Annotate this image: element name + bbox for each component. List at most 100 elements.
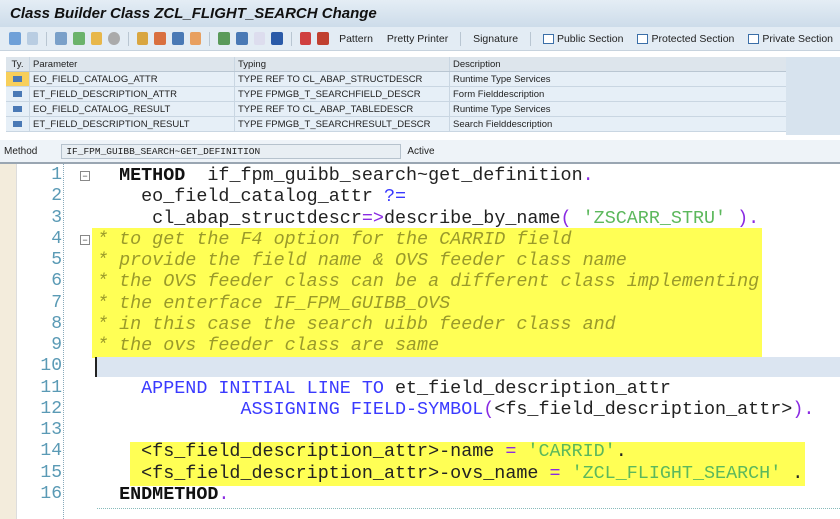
param-name: EO_FIELD_CATALOG_ATTR bbox=[30, 72, 235, 86]
method-label: Method bbox=[4, 145, 38, 157]
gutter-divider bbox=[63, 164, 64, 519]
separator bbox=[127, 31, 129, 46]
header-description[interactable]: Description bbox=[450, 57, 786, 71]
hierarchy-icon[interactable] bbox=[218, 32, 230, 45]
protected-section-button[interactable]: Protected Section bbox=[637, 33, 734, 45]
line-number: 4 bbox=[51, 228, 62, 249]
code-token: = bbox=[549, 462, 561, 484]
line-number: 10 bbox=[40, 356, 62, 377]
code-token: ( bbox=[560, 207, 583, 229]
param-description: Search Fielddescription bbox=[453, 119, 553, 130]
code-line[interactable]: ENDMETHOD. bbox=[97, 484, 229, 505]
param-name: EO_FIELD_CATALOG_RESULT bbox=[30, 102, 235, 116]
line-number: 8 bbox=[51, 313, 62, 334]
code-token: * in this case the search uibb feeder cl… bbox=[97, 313, 616, 335]
code-token: ENDMETHOD bbox=[97, 483, 219, 505]
line-number: 11 bbox=[40, 377, 62, 398]
navigation-icon[interactable] bbox=[189, 32, 202, 45]
method-name-field[interactable]: IF_FPM_GUIBB_SEARCH~GET_DEFINITION bbox=[61, 143, 402, 159]
edit-toggle-icon[interactable] bbox=[55, 32, 67, 45]
code-line[interactable]: <fs_field_description_attr>-name = 'CARR… bbox=[97, 441, 627, 462]
code-token: <fs_field_description_attr> bbox=[494, 398, 793, 420]
magic-wand-icon[interactable] bbox=[154, 32, 167, 45]
code-token: 'CARRID' bbox=[516, 441, 616, 463]
toolbar: Pattern Pretty Printer Signature Public … bbox=[0, 27, 840, 51]
section-icon bbox=[542, 33, 554, 44]
table-row[interactable]: EO_FIELD_CATALOG_RESULT TYPE REF TO CL_A… bbox=[6, 102, 786, 117]
code-token: ?= bbox=[383, 186, 407, 208]
code-token: . bbox=[615, 441, 627, 463]
table-empty-area bbox=[786, 57, 840, 135]
line-number: 12 bbox=[40, 398, 62, 419]
code-line[interactable]: eo_field_catalog_attr ?= bbox=[97, 186, 406, 207]
code-token: . bbox=[781, 462, 804, 484]
code-line[interactable]: METHOD if_fpm_guibb_search~get_definitio… bbox=[97, 165, 594, 186]
param-type-icon bbox=[6, 87, 30, 101]
private-section-label: Private Section bbox=[762, 32, 833, 45]
fold-toggle-icon[interactable]: − bbox=[80, 171, 90, 181]
param-typing: TYPE FPMGB_T_SEARCHRESULT_DESCR bbox=[235, 117, 450, 131]
code-line[interactable]: * in this case the search uibb feeder cl… bbox=[97, 314, 616, 335]
line-number: 2 bbox=[51, 186, 62, 207]
code-line[interactable]: * the ovs feeder class are same bbox=[97, 335, 439, 356]
code-line[interactable]: <fs_field_description_attr>-ovs_name = '… bbox=[97, 463, 803, 484]
breakpoint-icon[interactable] bbox=[299, 32, 312, 45]
back-icon[interactable] bbox=[9, 32, 21, 45]
where-used-icon[interactable] bbox=[136, 32, 149, 45]
code-line[interactable]: ASSIGNING FIELD-SYMBOL(<fs_field_descrip… bbox=[97, 399, 814, 420]
layout-icon[interactable] bbox=[253, 32, 266, 45]
code-token: <fs_field_description_attr>-ovs_name bbox=[97, 462, 550, 484]
param-typing: TYPE REF TO CL_ABAP_STRUCTDESCR bbox=[235, 72, 450, 86]
object-list-icon[interactable] bbox=[172, 32, 184, 45]
table-row[interactable]: ET_FIELD_DESCRIPTION_ATTR TYPE FPMGB_T_S… bbox=[6, 87, 786, 102]
code-token: <fs_field_description_attr>-name bbox=[97, 441, 506, 463]
code-line[interactable]: APPEND INITIAL LINE TO et_field_descript… bbox=[97, 378, 671, 399]
code-token: 'ZCL_FLIGHT_SEARCH' bbox=[560, 462, 782, 484]
code-token: * the ovs feeder class are same bbox=[97, 335, 440, 356]
table-row[interactable]: ET_FIELD_DESCRIPTION_RESULT TYPE FPMGB_T… bbox=[6, 117, 786, 132]
header-parameter[interactable]: Parameter bbox=[30, 57, 235, 71]
code-token: * the enterface IF_FPM_GUIBB_OVS bbox=[97, 292, 451, 314]
header-typing[interactable]: Typing bbox=[235, 57, 450, 71]
code-token: 'ZSCARR_STRU' bbox=[582, 207, 727, 229]
code-line[interactable]: * to get the F4 option for the CARRID fi… bbox=[97, 229, 572, 250]
code-line[interactable]: * provide the field name & OVS feeder cl… bbox=[97, 250, 627, 271]
code-token: if_fpm_guibb_search~get_definition bbox=[185, 165, 583, 186]
private-section-button[interactable]: Private Section bbox=[748, 33, 833, 45]
code-token: . bbox=[582, 165, 594, 186]
public-section-label: Public Section bbox=[556, 32, 624, 45]
session-breakpoint-icon[interactable] bbox=[317, 32, 330, 45]
separator bbox=[46, 31, 48, 46]
code-line[interactable]: cl_abap_structdescr=>describe_by_name( '… bbox=[97, 208, 759, 229]
current-line bbox=[95, 357, 840, 377]
status-text: Active bbox=[407, 145, 435, 157]
param-type-icon bbox=[6, 102, 30, 116]
forward-icon[interactable] bbox=[26, 32, 39, 45]
param-typing: TYPE REF TO CL_ABAP_TABLEDESCR bbox=[235, 102, 450, 116]
code-token: METHOD bbox=[97, 165, 186, 186]
code-token: . bbox=[218, 483, 230, 505]
param-description: Runtime Type Services bbox=[453, 104, 551, 115]
test-icon[interactable] bbox=[108, 32, 120, 45]
code-line[interactable]: * the OVS feeder class can be a differen… bbox=[97, 271, 759, 292]
signature-button[interactable]: Signature bbox=[473, 33, 518, 45]
method-bar: Method IF_FPM_GUIBB_SEARCH~GET_DEFINITIO… bbox=[0, 140, 840, 164]
check-icon[interactable] bbox=[72, 32, 85, 45]
code-token: describe_by_name bbox=[383, 207, 561, 229]
separator bbox=[460, 31, 462, 46]
table-row[interactable]: EO_FIELD_CATALOG_ATTR TYPE REF TO CL_ABA… bbox=[6, 72, 786, 87]
code-token: * provide the field name & OVS feeder cl… bbox=[97, 250, 627, 271]
outline-icon[interactable] bbox=[235, 32, 248, 45]
pattern-button[interactable]: Pattern bbox=[339, 33, 373, 45]
code-token: et_field_description_attr bbox=[383, 377, 671, 399]
code-line[interactable]: * the enterface IF_FPM_GUIBB_OVS bbox=[97, 293, 450, 314]
code-token: APPEND INITIAL LINE TO bbox=[97, 377, 384, 399]
header-type[interactable]: Ty. bbox=[6, 57, 30, 71]
code-editor[interactable]: − − 1 METHOD if_fpm_guibb_search~get_def… bbox=[0, 164, 840, 519]
activate-icon[interactable] bbox=[90, 32, 103, 45]
info-icon[interactable] bbox=[271, 32, 283, 45]
public-section-button[interactable]: Public Section bbox=[542, 32, 624, 45]
separator bbox=[290, 31, 292, 46]
fold-toggle-icon[interactable]: − bbox=[80, 235, 90, 245]
pretty-printer-button[interactable]: Pretty Printer bbox=[387, 33, 448, 45]
